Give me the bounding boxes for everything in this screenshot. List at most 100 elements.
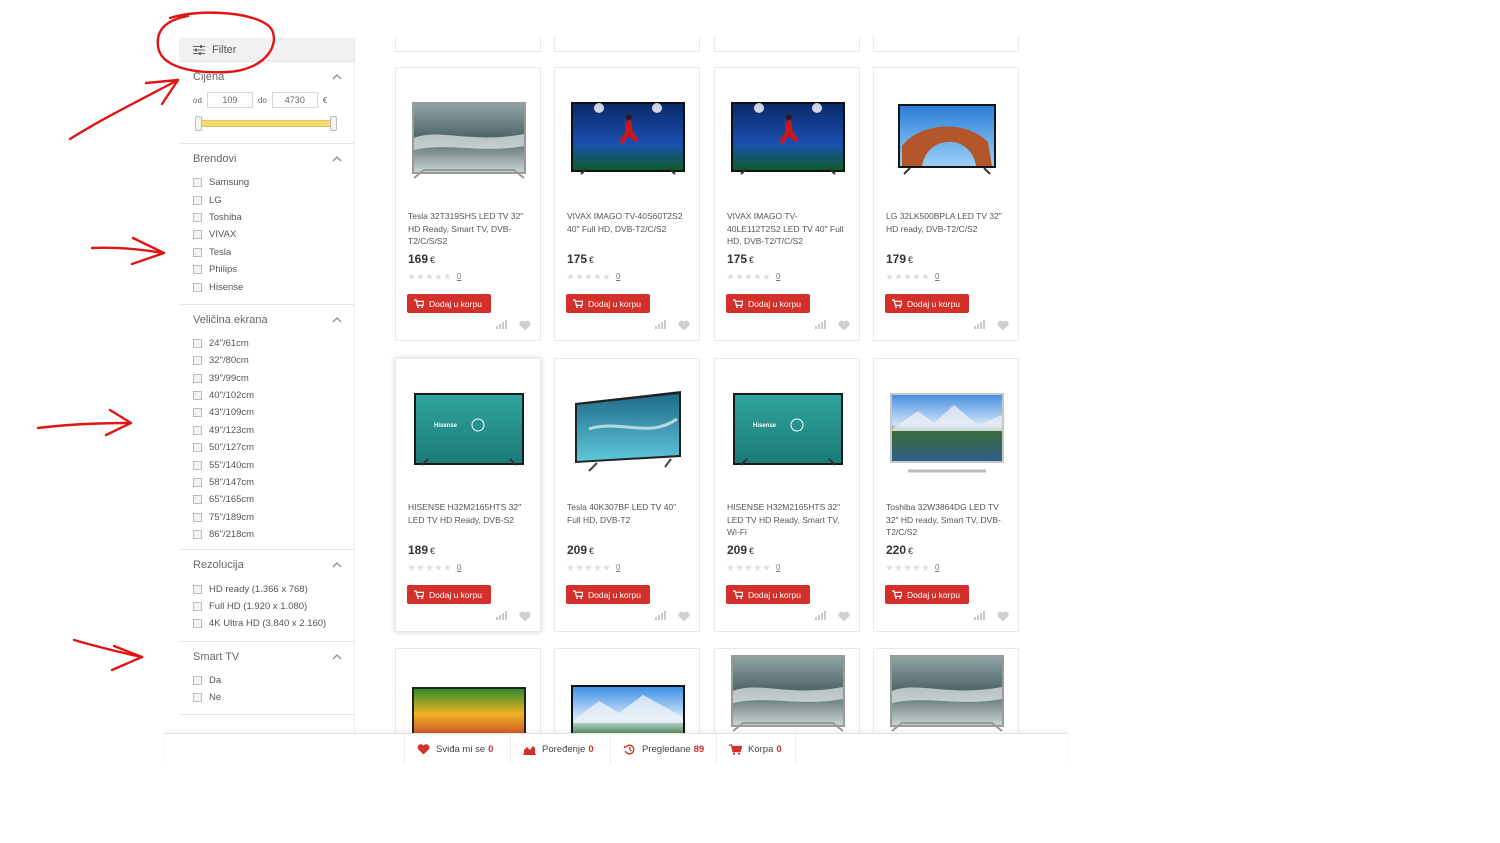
chevron-up-icon[interactable]	[332, 562, 342, 568]
product-name[interactable]: VIVAX IMAGO TV-40LE112T2S2 LED TV 40" Fu…	[727, 210, 851, 248]
brand-checkbox[interactable]	[193, 195, 202, 205]
heart-icon[interactable]	[997, 611, 1009, 622]
product-image[interactable]	[569, 651, 687, 741]
smart-tv-checkbox[interactable]	[193, 693, 202, 703]
screen-size-option[interactable]: 43"/109cm	[193, 404, 342, 421]
add-to-cart-button[interactable]: Dodaj u korpu	[407, 294, 491, 313]
product-card[interactable]: Tesla 40K307BF LED TV 40" Full HD, DVB-T…	[554, 358, 700, 632]
product-card[interactable]: VIVAX IMAGO TV-40S60T2S2 40" Full HD, DV…	[554, 67, 700, 341]
screen-size-checkbox[interactable]	[193, 338, 202, 348]
product-card[interactable]: Hisense HISENSE H32M2165HTS 32" LED TV H…	[395, 358, 541, 632]
screen-size-option[interactable]: 86"/218cm	[193, 526, 342, 543]
price-slider-max-handle[interactable]	[330, 116, 337, 131]
chevron-up-icon[interactable]	[332, 156, 342, 162]
heart-icon[interactable]	[838, 611, 850, 622]
heart-icon[interactable]	[997, 320, 1009, 331]
compare-button[interactable]: Poređenje 0	[510, 734, 610, 764]
brand-filter-header[interactable]: Brendovi	[193, 144, 342, 174]
smart-tv-option[interactable]: Ne	[193, 689, 342, 706]
screen-size-option[interactable]: 75"/189cm	[193, 509, 342, 526]
smart-tv-checkbox[interactable]	[193, 675, 202, 685]
brand-checkbox[interactable]	[193, 247, 202, 257]
screen-size-checkbox[interactable]	[193, 391, 202, 401]
compare-icon[interactable]	[974, 611, 985, 620]
brand-checkbox[interactable]	[193, 265, 202, 275]
resolution-option[interactable]: 4K Ultra HD (3.840 x 2.160)	[193, 615, 342, 632]
smart-tv-filter-header[interactable]: Smart TV	[193, 642, 342, 672]
add-to-cart-button[interactable]: Dodaj u korpu	[726, 294, 810, 313]
product-image[interactable]: Hisense	[729, 389, 847, 479]
compare-icon[interactable]	[815, 320, 826, 329]
likes-button[interactable]: Sviđa mi se 0	[404, 734, 510, 764]
heart-icon[interactable]	[519, 611, 531, 622]
review-count[interactable]: 0	[457, 272, 461, 281]
product-card[interactable]: Toshiba 32W3864DG LED TV 32" HD ready, S…	[873, 358, 1019, 632]
product-image[interactable]	[888, 651, 1006, 741]
brand-option[interactable]: VIVAX	[193, 226, 342, 243]
brand-option[interactable]: Toshiba	[193, 209, 342, 226]
filter-header[interactable]: Filter	[179, 38, 354, 62]
resolution-checkbox[interactable]	[193, 602, 202, 611]
screen-size-option[interactable]: 50"/127cm	[193, 439, 342, 456]
compare-icon[interactable]	[496, 320, 507, 329]
product-name[interactable]: HISENSE H32M2165HTS 32" LED TV HD Ready,…	[408, 501, 532, 526]
product-image[interactable]	[729, 651, 847, 741]
screen-size-checkbox[interactable]	[193, 495, 202, 505]
product-card[interactable]: LG 32LK500BPLA LED TV 32" HD ready, DVB-…	[873, 67, 1019, 341]
brand-option[interactable]: Tesla	[193, 244, 342, 261]
resolution-option[interactable]: HD ready (1.366 x 768)	[193, 580, 342, 597]
price-filter-header[interactable]: Cijena	[193, 62, 342, 92]
smart-tv-option[interactable]: Da	[193, 672, 342, 689]
price-slider-min-handle[interactable]	[195, 116, 202, 131]
add-to-cart-button[interactable]: Dodaj u korpu	[885, 294, 969, 313]
review-count[interactable]: 0	[935, 563, 939, 572]
review-count[interactable]: 0	[935, 272, 939, 281]
brand-option[interactable]: Hisense	[193, 278, 342, 295]
add-to-cart-button[interactable]: Dodaj u korpu	[566, 585, 650, 604]
screen-size-option[interactable]: 39"/99cm	[193, 370, 342, 387]
product-image[interactable]	[729, 98, 847, 188]
product-card[interactable]	[714, 648, 860, 734]
screen-size-checkbox[interactable]	[193, 356, 202, 366]
screen-size-option[interactable]: 49"/123cm	[193, 422, 342, 439]
product-card[interactable]	[873, 648, 1019, 734]
product-card[interactable]: Hisense HISENSE H32M2165HTS 32" LED TV H…	[714, 358, 860, 632]
screen-size-option[interactable]: 65"/165cm	[193, 491, 342, 508]
screen-size-checkbox[interactable]	[193, 425, 202, 435]
brand-option[interactable]: Samsung	[193, 174, 342, 191]
review-count[interactable]: 0	[776, 272, 780, 281]
screen-size-checkbox[interactable]	[193, 512, 202, 522]
screen-size-option[interactable]: 58"/147cm	[193, 474, 342, 491]
compare-icon[interactable]	[655, 611, 666, 620]
product-image[interactable]	[410, 651, 528, 741]
screen-size-option[interactable]: 40"/102cm	[193, 387, 342, 404]
add-to-cart-button[interactable]: Dodaj u korpu	[566, 294, 650, 313]
chevron-up-icon[interactable]	[332, 653, 342, 660]
product-name[interactable]: Tesla 32T319SHS LED TV 32" HD Ready, Sma…	[408, 210, 532, 248]
screen-size-checkbox[interactable]	[193, 530, 202, 540]
review-count[interactable]: 0	[776, 563, 780, 572]
price-to-input[interactable]: 4730	[271, 92, 318, 108]
resolution-filter-header[interactable]: Rezolucija	[193, 550, 342, 580]
cart-button[interactable]: Korpa 0	[716, 734, 796, 764]
product-name[interactable]: Tesla 40K307BF LED TV 40" Full HD, DVB-T…	[567, 501, 691, 526]
viewed-button[interactable]: Pregledane 89	[610, 734, 716, 764]
screen-size-checkbox[interactable]	[193, 443, 202, 453]
screen-size-checkbox[interactable]	[193, 478, 202, 488]
product-image[interactable]	[569, 389, 687, 479]
screen-size-checkbox[interactable]	[193, 408, 202, 418]
add-to-cart-button[interactable]: Dodaj u korpu	[885, 585, 969, 604]
screen-size-checkbox[interactable]	[193, 460, 202, 470]
product-image[interactable]	[888, 389, 1006, 479]
heart-icon[interactable]	[838, 320, 850, 331]
screen-size-option[interactable]: 24"/61cm	[193, 335, 342, 352]
resolution-checkbox[interactable]	[193, 584, 202, 594]
screen-size-option[interactable]: 32"/80cm	[193, 352, 342, 369]
product-card[interactable]: VIVAX IMAGO TV-40LE112T2S2 LED TV 40" Fu…	[714, 67, 860, 341]
brand-checkbox[interactable]	[193, 212, 202, 222]
add-to-cart-button[interactable]: Dodaj u korpu	[726, 585, 810, 604]
resolution-checkbox[interactable]	[193, 619, 202, 629]
chevron-up-icon[interactable]	[332, 316, 342, 323]
add-to-cart-button[interactable]: Dodaj u korpu	[407, 585, 491, 604]
product-name[interactable]: VIVAX IMAGO TV-40S60T2S2 40" Full HD, DV…	[567, 210, 691, 235]
